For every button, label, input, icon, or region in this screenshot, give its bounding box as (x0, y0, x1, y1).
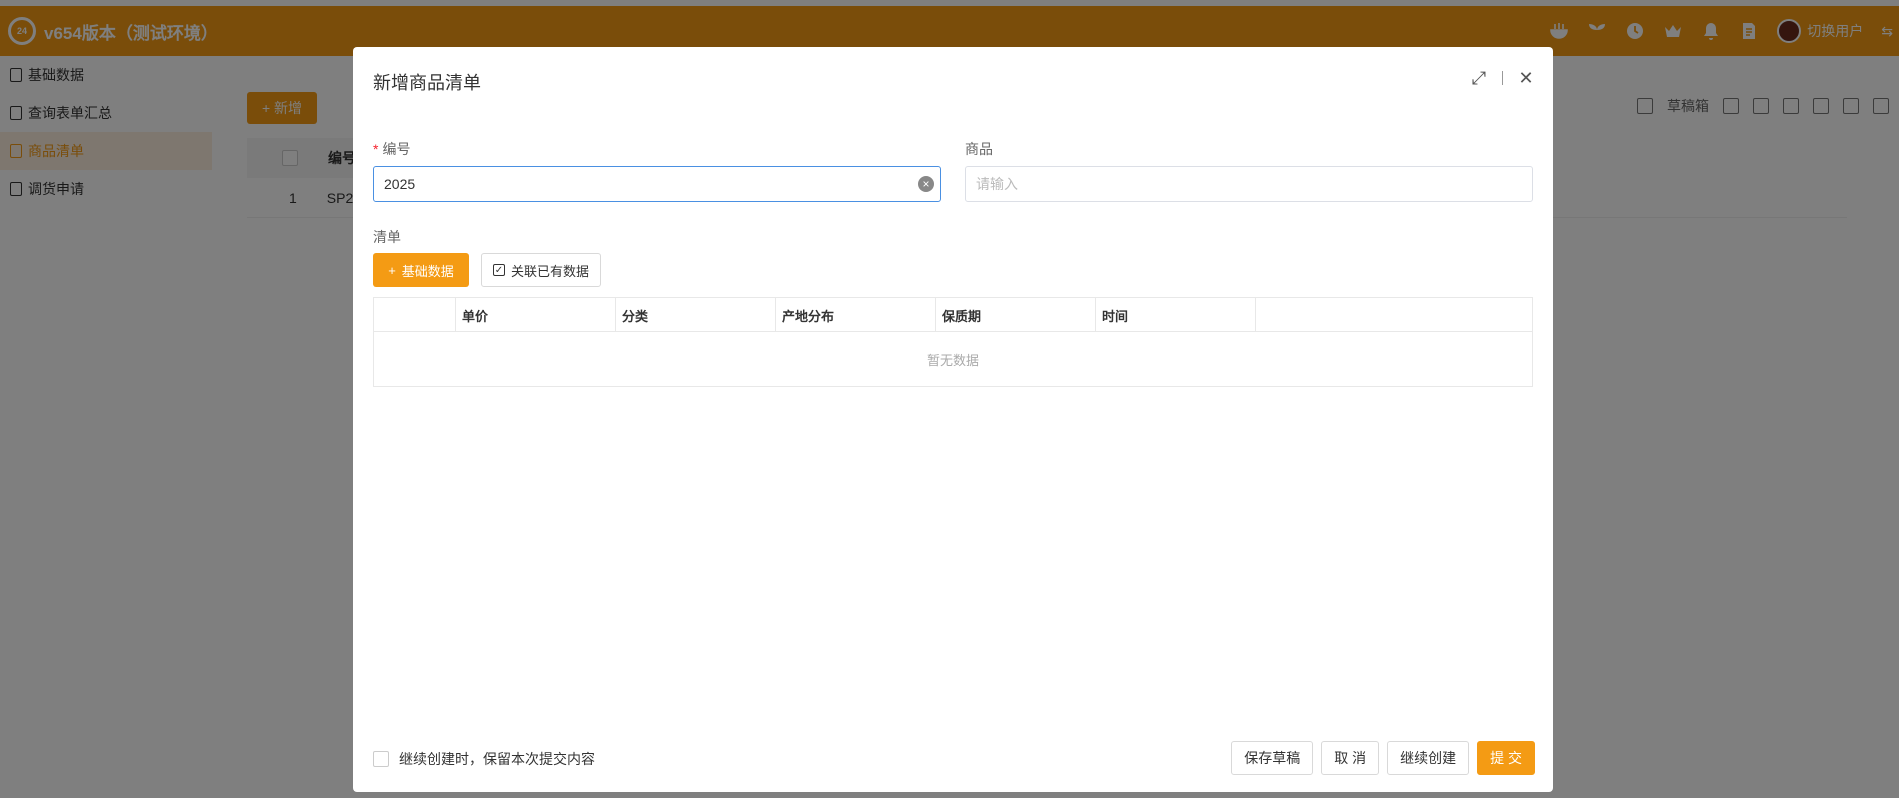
keep-content-checkbox[interactable] (373, 751, 389, 767)
continue-create-button[interactable]: 继续创建 (1387, 741, 1470, 775)
column-header-price: 单价 (456, 298, 616, 332)
plus-icon: + (388, 262, 396, 278)
divider (1502, 71, 1503, 85)
dialog-actions: ⤢ ✕ (1470, 68, 1535, 88)
new-product-list-dialog: 新增商品清单 ⤢ ✕ *编号 × 商品 清单 + 基础数据 ✓ 关联已有数据 单… (353, 47, 1553, 792)
product-label: 商品 (965, 141, 993, 157)
keep-content-label: 继续创建时，保留本次提交内容 (399, 751, 595, 767)
base-data-button-label: 基础数据 (401, 263, 454, 279)
list-table: 单价 分类 产地分布 保质期 时间 暂无数据 (373, 297, 1533, 387)
submit-button[interactable]: 提 交 (1477, 741, 1535, 775)
expand-icon[interactable]: ⤢ (1470, 68, 1488, 88)
empty-state: 暂无数据 (926, 353, 979, 368)
code-label-text: 编号 (382, 141, 411, 157)
save-draft-button[interactable]: 保存草稿 (1231, 741, 1314, 775)
column-header-origin: 产地分布 (776, 298, 936, 332)
dialog-title: 新增商品清单 (373, 73, 481, 93)
dialog-footer-buttons: 保存草稿 取 消 继续创建 提 交 (1231, 741, 1535, 775)
clear-icon[interactable]: × (918, 176, 934, 192)
code-label: * 编号 (373, 139, 410, 159)
close-icon[interactable]: ✕ (1517, 68, 1535, 88)
required-mark: * (373, 141, 379, 157)
keep-content-option: 继续创建时，保留本次提交内容 (373, 749, 595, 769)
column-header-blank (374, 298, 456, 332)
column-header-extra (1256, 298, 1532, 332)
table-header: 单价 分类 产地分布 保质期 时间 (374, 298, 1532, 332)
link-existing-button-label: 关联已有数据 (510, 263, 589, 279)
column-header-time: 时间 (1096, 298, 1256, 332)
checkbox-icon: ✓ (492, 264, 505, 276)
cancel-button[interactable]: 取 消 (1321, 741, 1380, 775)
column-header-shelf-life: 保质期 (936, 298, 1096, 332)
base-data-button[interactable]: + 基础数据 (373, 253, 469, 287)
link-existing-button[interactable]: ✓ 关联已有数据 (481, 253, 601, 287)
code-input[interactable] (373, 166, 941, 202)
list-label: 清单 (373, 229, 401, 245)
column-header-category: 分类 (616, 298, 776, 332)
product-input[interactable] (965, 166, 1533, 202)
